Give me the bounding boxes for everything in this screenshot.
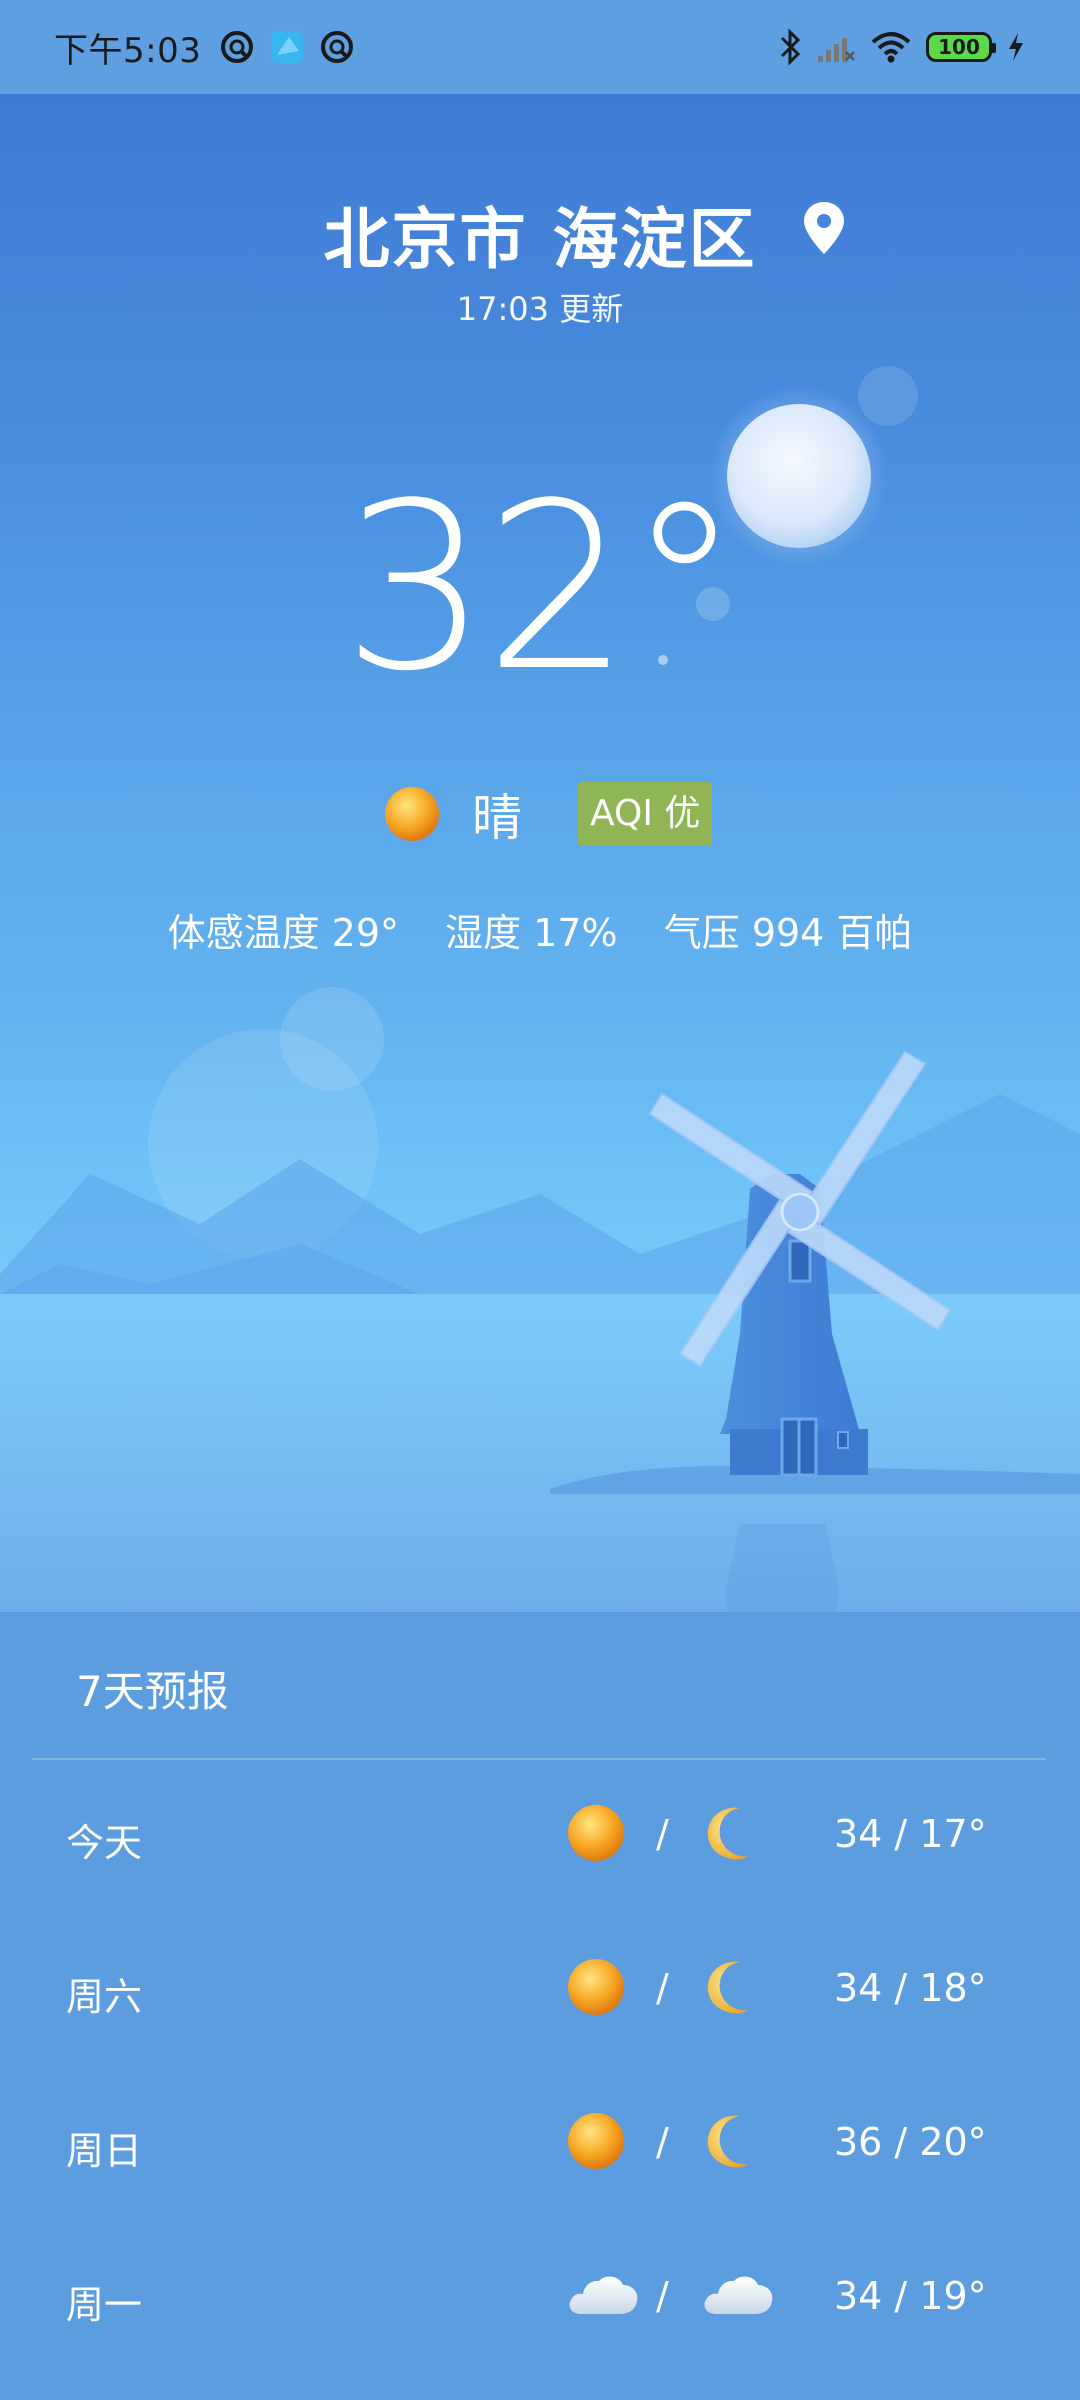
forecast-title: 7天预报 (76, 1667, 229, 1716)
humidity: 湿度 17% (445, 911, 618, 955)
moon-icon (700, 1802, 762, 1868)
cloud-icon (565, 2264, 641, 2330)
divider (32, 1758, 1046, 1760)
separator: / (656, 1812, 669, 1856)
forecast-row[interactable]: 周一 / 34 / 19° (0, 2250, 1080, 2350)
alarm-icon (219, 29, 255, 65)
forecast-temp: 36 / 20° (834, 2120, 987, 2164)
moon-icon (700, 1956, 762, 2022)
forecast-temp: 34 / 19° (834, 2274, 987, 2318)
location-name[interactable]: 北京市 海淀区 (0, 186, 1080, 282)
forecast-row[interactable]: 今天 / 34 / 17° (0, 1788, 1080, 1888)
forecast-temp: 34 / 18° (834, 1966, 987, 2010)
cloud-icon (700, 2264, 776, 2330)
location-pin-icon[interactable] (800, 200, 848, 260)
sun-icon (565, 2110, 627, 2176)
signal-icon (816, 30, 856, 64)
update-time: 17:03 更新 (456, 290, 624, 328)
forecast-day: 周一 (66, 2283, 143, 2327)
sun-icon (382, 784, 442, 848)
battery-icon: 100 (926, 32, 996, 62)
app-icon (269, 29, 305, 65)
weather-hero: 北京市 海淀区 17:03 更新 32° 晴 AQI 优 体感温度 29° 湿度… (0, 94, 1080, 1612)
separator: / (656, 2120, 669, 2164)
condition-row: 晴 (0, 774, 1080, 854)
forecast-row[interactable]: 周六 / 34 / 18° (0, 1942, 1080, 2042)
aqi-badge[interactable]: AQI 优 (578, 782, 713, 846)
location-text: 北京市 海淀区 (323, 201, 757, 278)
forecast-panel: 7天预报 今天 / 34 / 17° 周六 / 34 / 18° 周日 / 36 (0, 1612, 1080, 2400)
charging-icon (1006, 31, 1026, 63)
feels-like: 体感温度 29° (167, 911, 399, 955)
moon-icon (700, 2110, 762, 2176)
current-temperature: 32° (342, 455, 742, 722)
weather-details: 体感温度 29° 湿度 17% 气压 994 百帕 (0, 902, 1080, 957)
forecast-day: 今天 (66, 1821, 143, 1865)
sun-icon (565, 1956, 627, 2022)
sun-icon (565, 1802, 627, 1868)
condition-text: 晴 (472, 789, 522, 847)
status-bar: 下午5:03 100 (0, 0, 1080, 94)
forecast-temp: 34 / 17° (834, 1812, 987, 1856)
separator: / (656, 1966, 669, 2010)
bluetooth-icon (778, 28, 802, 66)
separator: / (656, 2274, 669, 2318)
forecast-day: 周日 (66, 2129, 143, 2173)
pressure: 气压 994 百帕 (663, 911, 913, 955)
forecast-day: 周六 (66, 1975, 143, 2019)
forecast-row[interactable]: 周日 / 36 / 20° (0, 2096, 1080, 2196)
status-time: 下午5:03 (54, 30, 202, 71)
wifi-icon (870, 30, 912, 64)
alarm-icon (319, 29, 355, 65)
